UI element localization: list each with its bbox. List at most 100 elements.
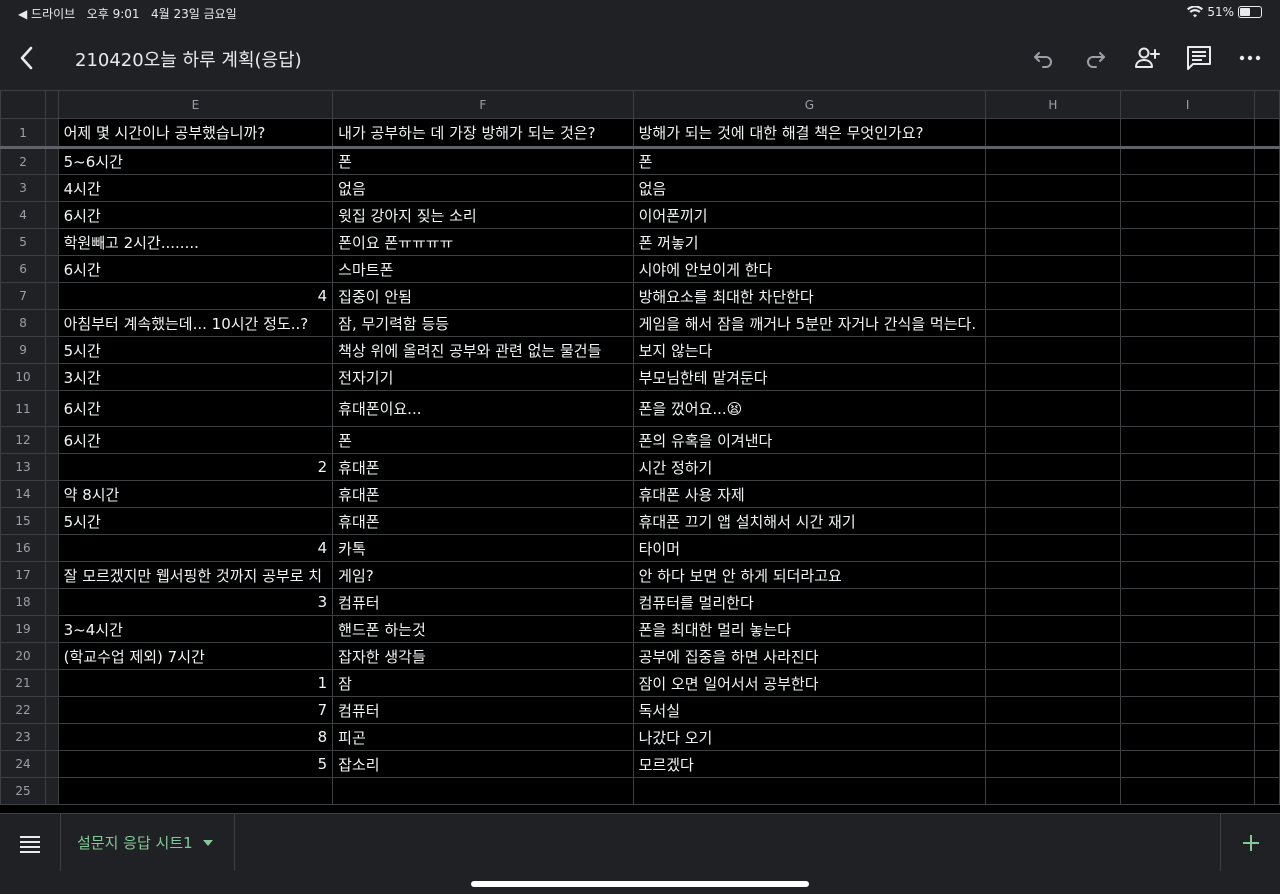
cell-f[interactable]: 게임? [332,561,634,589]
cell-h[interactable] [985,228,1121,256]
row-number[interactable]: 22 [0,696,47,724]
cell-g[interactable]: 시야에 안보이게 한다 [632,255,987,283]
cell-e[interactable]: 3~4시간 [57,615,334,643]
row-number[interactable]: 2 [0,147,47,175]
caret-down-icon[interactable] [202,839,213,846]
cell-h[interactable] [985,507,1121,535]
cell-g[interactable]: 시간 정하기 [632,453,987,481]
cell-e[interactable]: 어제 몇 시간이나 공부했습니까? [57,118,334,149]
cell-e[interactable]: 8 [57,723,334,751]
sheet-tab[interactable]: 설문지 응답 시트1 [60,814,235,871]
cell-g[interactable]: 방해가 되는 것에 대한 해결 책은 무엇인가요? [632,118,987,149]
cell-e[interactable]: 5~6시간 [57,147,334,175]
cell-e[interactable]: 4 [57,534,334,562]
cell-h[interactable] [985,390,1121,427]
cell-e[interactable]: (학교수업 제외) 7시간 [57,642,334,670]
row-number[interactable]: 20 [0,642,47,670]
cell-e[interactable]: 학원빼고 2시간........ [57,228,334,256]
cell-h[interactable] [985,534,1121,562]
cell-f[interactable]: 휴대폰 [332,507,634,535]
cell-f[interactable]: 전자기기 [332,363,634,391]
cell-f[interactable]: 잠, 무기력함 등등 [332,309,634,337]
cell-h[interactable] [985,723,1121,751]
cell-e[interactable]: 5시간 [57,507,334,535]
cell-h[interactable] [985,750,1121,778]
cell-i[interactable] [1119,426,1256,454]
row-number[interactable]: 10 [0,363,47,391]
all-sheets-menu-icon[interactable] [18,832,42,856]
column-header-h[interactable]: H [985,90,1121,119]
row-number[interactable]: 21 [0,669,47,697]
cell-i[interactable] [1119,228,1256,256]
row-number[interactable]: 4 [0,201,47,229]
row-number[interactable]: 6 [0,255,47,283]
cell-e[interactable]: 1 [57,669,334,697]
cell-e[interactable]: 7 [57,696,334,724]
cell-h[interactable] [985,696,1121,724]
cell-i[interactable] [1119,309,1256,337]
back-to-app-link[interactable]: ◀ 드라이브 [18,7,75,21]
cell-g[interactable]: 컴퓨터를 멀리한다 [632,588,987,616]
cell-h[interactable] [985,309,1121,337]
cell-f[interactable]: 휴대폰 [332,453,634,481]
cell-g[interactable]: 방해요소를 최대한 차단한다 [632,282,987,310]
row-number[interactable]: 17 [0,561,47,589]
cell-f[interactable]: 책상 위에 올려진 공부와 관련 없는 물건들 [332,336,634,364]
cell-f[interactable]: 피곤 [332,723,634,751]
cell-e[interactable]: 4 [57,282,334,310]
cell-e[interactable]: 3 [57,588,334,616]
cell-i[interactable] [1119,390,1256,427]
cell-h[interactable] [985,336,1121,364]
cell-f[interactable]: 폰 [332,426,634,454]
cell-i[interactable] [1119,147,1256,175]
cell-e[interactable]: 4시간 [57,174,334,202]
cell-i[interactable] [1119,480,1256,508]
cell-h[interactable] [985,201,1121,229]
hidden-columns-marker[interactable] [45,90,59,119]
cell-h[interactable] [985,777,1121,805]
add-person-icon[interactable] [1133,44,1161,72]
cell-h[interactable] [985,669,1121,697]
cell-g[interactable]: 폰 꺼놓기 [632,228,987,256]
cell-h[interactable] [985,453,1121,481]
cell-i[interactable] [1119,723,1256,751]
cell-e[interactable]: 3시간 [57,363,334,391]
cell-g[interactable]: 모르겠다 [632,750,987,778]
cell-h[interactable] [985,255,1121,283]
cell-h[interactable] [985,426,1121,454]
cell-h[interactable] [985,588,1121,616]
cell-e[interactable]: 6시간 [57,201,334,229]
row-number[interactable]: 25 [0,777,47,805]
cell-g[interactable]: 잠이 오면 일어서서 공부한다 [632,669,987,697]
cell-e[interactable]: 아침부터 계속했는데... 10시간 정도..? [57,309,334,337]
row-number[interactable]: 7 [0,282,47,310]
cell-i[interactable] [1119,174,1256,202]
cell-i[interactable] [1119,615,1256,643]
cell-g[interactable]: 게임을 해서 잠을 깨거나 5분만 자거나 간식을 먹는다. [632,309,987,337]
cell-i[interactable] [1119,696,1256,724]
row-number[interactable]: 1 [0,118,47,149]
row-number[interactable]: 24 [0,750,47,778]
cell-f[interactable]: 컴퓨터 [332,588,634,616]
cell-g[interactable]: 없음 [632,174,987,202]
cell-f[interactable]: 내가 공부하는 데 가장 방해가 되는 것은? [332,118,634,149]
cell-f[interactable]: 폰 [332,147,634,175]
cell-f[interactable]: 집중이 안됨 [332,282,634,310]
undo-icon[interactable] [1030,44,1058,72]
cell-g[interactable]: 휴대폰 사용 자제 [632,480,987,508]
cell-e[interactable]: 2 [57,453,334,481]
back-arrow-icon[interactable] [14,44,40,72]
row-number[interactable]: 16 [0,534,47,562]
cell-h[interactable] [985,615,1121,643]
cell-g[interactable]: 휴대폰 끄기 앱 설치해서 시간 재기 [632,507,987,535]
cell-f[interactable]: 잠 [332,669,634,697]
column-header-i[interactable]: I [1119,90,1256,119]
cell-g[interactable]: 타이머 [632,534,987,562]
cell-i[interactable] [1119,201,1256,229]
cell-h[interactable] [985,147,1121,175]
cell-g[interactable]: 폰 [632,147,987,175]
cell-e[interactable]: 6시간 [57,390,334,427]
row-number[interactable]: 11 [0,390,47,427]
column-header-f[interactable]: F [332,90,634,119]
cell-i[interactable] [1119,118,1256,149]
